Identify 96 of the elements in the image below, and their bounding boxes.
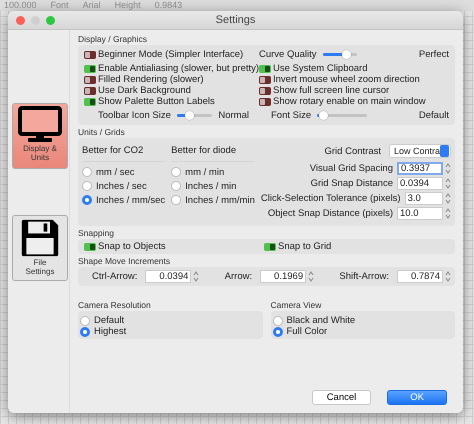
toggle-label: Snap to Objects [98,241,166,252]
slider-track[interactable] [176,114,212,117]
radio-label: Inches / sec [96,180,147,192]
toggle-label: Enable Antialiasing (slower, but pretty) [98,63,260,74]
close-icon[interactable] [16,16,25,25]
radio-label: mm / min [185,166,224,178]
toolbar-text: Height [114,0,141,11]
monitor-icon [18,106,62,144]
input-field[interactable]: 0.0394 [145,270,192,283]
toolbar-text: Font [50,0,69,11]
slider-label: Font Size [271,110,312,121]
toggle-switch[interactable] [84,242,96,250]
slider-thumb[interactable] [319,111,328,120]
radio-button[interactable] [171,195,182,206]
input-field[interactable]: 0.0394 [397,177,443,190]
sidebar-button[interactable]: Display & Units [12,103,68,169]
input-field[interactable]: 10.0 [397,207,443,220]
toggle-label: Snap to Grid [278,241,332,252]
radio-button[interactable] [171,181,182,192]
toggle-switch[interactable] [259,64,271,72]
input-field[interactable]: 3.0 [404,192,443,205]
slider-value: Perfect [418,49,449,60]
input-field[interactable]: 0.3937 [397,162,443,175]
toggle-switch[interactable] [84,86,96,94]
input-field[interactable]: 0.1969 [260,270,306,283]
radio-button[interactable] [272,326,282,336]
section-heading: Display / Graphics [78,34,148,45]
radio-button[interactable] [82,195,92,206]
toggle-label: Show rotary enable on main window [273,96,426,107]
toolbar-text: Arial [82,0,101,11]
slider-value: Default [418,110,449,121]
slider-label: Toolbar Icon Size [97,110,171,121]
toggle-switch[interactable] [84,50,96,58]
radio-label: Inches / min [185,180,236,192]
toggle-label: Show Palette Button Labels [98,96,215,107]
slider-track[interactable] [322,53,357,56]
radio-label: mm / sec [96,166,135,178]
sidebar-button[interactable]: File Settings [12,215,68,281]
group-title: Better for diode [171,144,255,162]
toggle-switch[interactable] [264,242,276,250]
toggle-switch[interactable] [259,86,271,94]
slider-label: Curve Quality [259,49,317,60]
toggle-switch[interactable] [259,98,271,106]
field-label: Arrow: [224,271,252,282]
radio-button[interactable] [171,167,182,178]
slider-thumb[interactable] [184,111,194,120]
section-heading: Snapping [78,228,115,239]
radio-label: Full Color [286,326,328,337]
toggle-switch[interactable] [84,98,96,106]
slider-value: Normal [218,110,249,121]
toggle-label: Invert mouse wheel zoom direction [273,74,420,85]
section-heading: Shape Move Increments [78,256,172,267]
radio-label: Inches / mm/sec [96,194,166,206]
field-label: Object Snap Distance (pixels) [268,208,393,219]
radio-button[interactable] [80,316,90,326]
stepper-icon[interactable] [445,271,451,282]
toggle-label: Use Dark Background [98,85,191,96]
section-heading: Camera View [270,300,322,311]
toggle-label: Beginner Mode (Simpler Interface) [98,49,244,60]
toggle-switch[interactable] [259,76,271,84]
group-title: Better for CO2 [82,144,166,162]
radio-label: Highest [94,326,126,337]
radio-label: Inches / mm/min [185,194,255,206]
radio-button[interactable] [82,167,92,178]
radio-label: Black and White [286,315,356,326]
section-heading: Camera Resolution [78,300,152,311]
input-field[interactable]: 0.7874 [397,270,443,283]
window-title: Settings [216,12,256,28]
toolbar-text: 100.000 [4,0,37,11]
cancel-button[interactable]: Cancel [312,390,372,405]
stepper-icon[interactable] [308,271,314,282]
stepper-icon[interactable] [445,208,451,219]
field-label: Shift-Arrow: [339,271,389,282]
stepper-icon[interactable] [445,163,451,174]
stepper-icon[interactable] [193,271,200,282]
zoom-icon[interactable] [46,16,55,25]
field-label: Grid Snap Distance [310,178,393,189]
toggle-switch[interactable] [84,76,96,84]
slider-thumb[interactable] [342,50,352,59]
stepper-icon[interactable] [445,193,451,204]
radio-label: Default [94,315,124,326]
field-label: Click-Selection Tolerance (pixels) [260,193,401,204]
toggle-label: Show full screen line cursor [273,85,390,96]
field-label: Ctrl-Arrow: [92,271,138,282]
radio-button[interactable] [272,316,282,326]
field-label: Visual Grid Spacing [310,163,393,174]
field-label: Grid Contrast [324,146,381,156]
contrast-dropdown[interactable]: Low Contra [389,144,451,158]
radio-button[interactable] [80,326,90,336]
radio-button[interactable] [82,181,92,192]
toggle-switch[interactable] [84,64,96,72]
toolbar-text: 0.9843 [154,0,182,11]
toggle-label: Use System Clipboard [273,63,368,74]
section-heading: Units / Grids [78,127,126,138]
toggle-label: Filled Rendering (slower) [98,74,204,85]
stepper-icon[interactable] [445,178,451,189]
